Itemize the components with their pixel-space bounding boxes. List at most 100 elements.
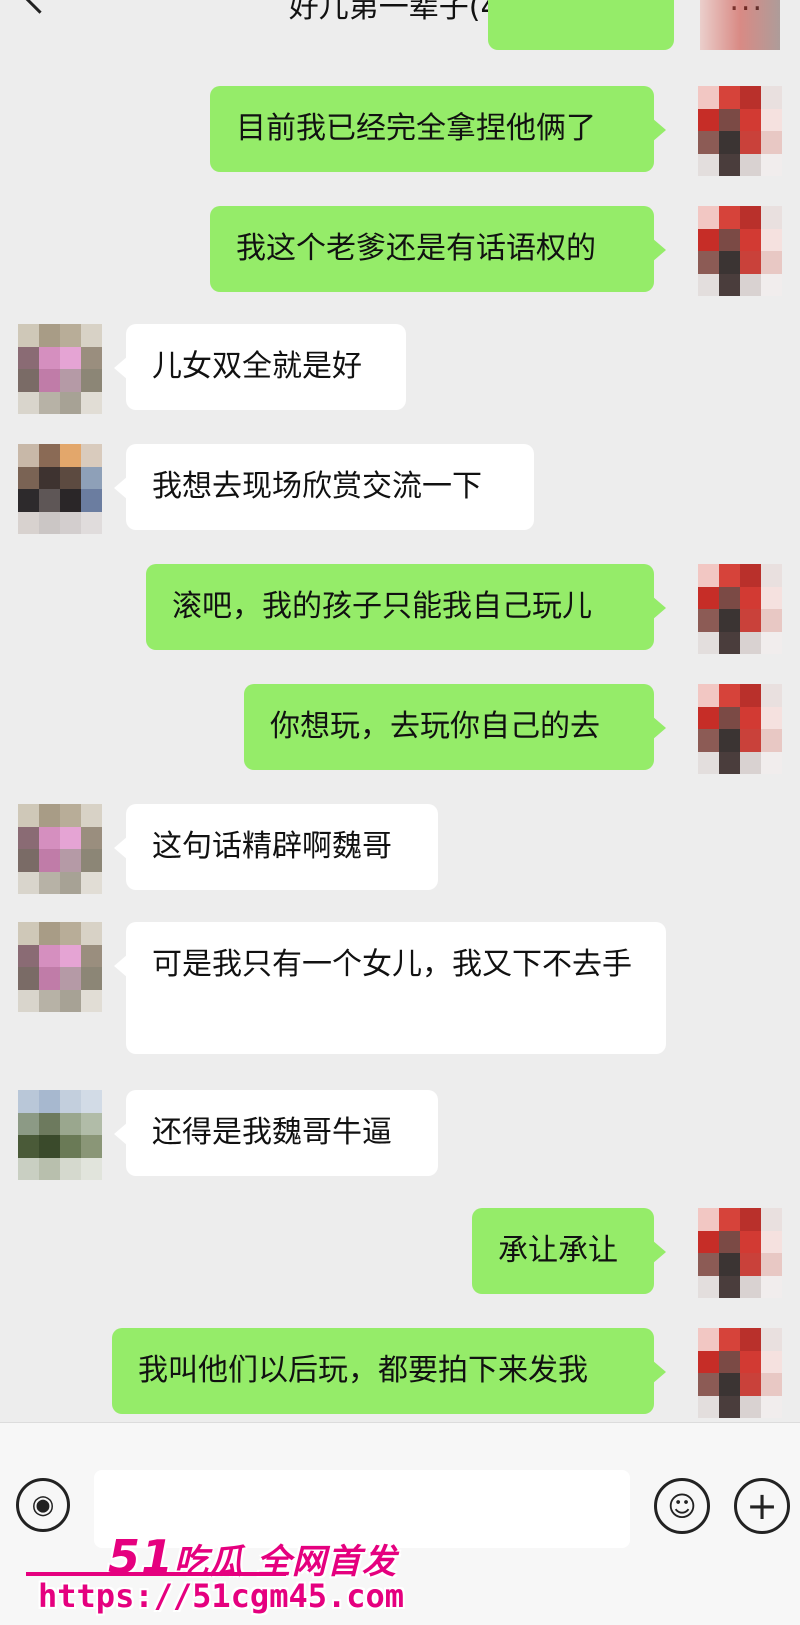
avatar-pixel <box>719 631 740 654</box>
avatar-pixel <box>698 1350 719 1373</box>
avatar-pixel <box>761 1350 782 1373</box>
avatar-pixel <box>18 944 39 967</box>
avatar-pixel <box>60 489 81 512</box>
avatar-pixel <box>81 444 102 467</box>
plus-icon[interactable]: + <box>734 1478 790 1534</box>
message-bubble[interactable]: 目前我已经完全拿捏他俩了 <box>210 86 666 172</box>
avatar-pixel <box>81 324 102 347</box>
avatar-pixel <box>740 251 761 274</box>
avatar-pixel <box>740 153 761 176</box>
avatar-pixel <box>60 804 81 827</box>
avatar[interactable] <box>18 804 102 894</box>
avatar-pixel <box>698 684 719 707</box>
avatar-pixel <box>81 1157 102 1180</box>
avatar-pixel <box>740 586 761 609</box>
avatar[interactable] <box>698 206 782 296</box>
avatar-pixel <box>18 369 39 392</box>
avatar-pixel <box>60 1112 81 1135</box>
avatar-pixel <box>39 989 60 1012</box>
avatar-pixel <box>719 1208 740 1231</box>
avatar-pixel <box>740 1253 761 1276</box>
avatar[interactable] <box>18 444 102 534</box>
avatar-pixel <box>81 826 102 849</box>
avatar[interactable] <box>18 922 102 1012</box>
avatar-pixel <box>740 86 761 109</box>
avatar-pixel <box>719 131 740 154</box>
avatar-pixel <box>60 466 81 489</box>
avatar-pixel <box>761 729 782 752</box>
avatar-pixel <box>698 273 719 296</box>
message-bubble[interactable]: 承让承让 <box>472 1208 666 1294</box>
message-bubble[interactable]: 儿女双全就是好 <box>114 324 406 410</box>
avatar-pixel <box>761 206 782 229</box>
voice-icon[interactable]: ◉ <box>16 1478 70 1532</box>
avatar-pixel <box>18 849 39 872</box>
watermark-url: https://51cgm45.com <box>38 1577 405 1615</box>
top-bar: 好儿第一辈子(4) ... <box>0 0 800 28</box>
avatar[interactable] <box>698 86 782 176</box>
avatar-pixel <box>698 586 719 609</box>
message-bubble[interactable]: 滚吧，我的孩子只能我自己玩儿 <box>146 564 666 650</box>
avatar-pixel <box>719 729 740 752</box>
avatar-pixel <box>761 751 782 774</box>
avatar-pixel <box>18 466 39 489</box>
avatar-pixel <box>81 1090 102 1113</box>
avatar-pixel <box>18 1112 39 1135</box>
avatar-pixel <box>18 804 39 827</box>
avatar-pixel <box>740 108 761 131</box>
avatar-pixel <box>60 967 81 990</box>
avatar-pixel <box>698 1328 719 1351</box>
avatar-pixel <box>60 324 81 347</box>
avatar-pixel <box>39 967 60 990</box>
avatar-pixel <box>698 108 719 131</box>
avatar-pixel <box>761 1275 782 1298</box>
avatar-pixel <box>761 564 782 587</box>
avatar-pixel <box>698 206 719 229</box>
avatar[interactable] <box>18 1090 102 1180</box>
avatar-pixel <box>60 849 81 872</box>
avatar-pixel <box>761 228 782 251</box>
avatar-pixel <box>39 1157 60 1180</box>
avatar-pixel <box>18 444 39 467</box>
message-bubble[interactable]: 还得是我魏哥牛逼 <box>114 1090 438 1176</box>
message-bubble[interactable]: 我叫他们以后玩，都要拍下来发我 <box>112 1328 666 1414</box>
avatar-pixel <box>740 1395 761 1418</box>
avatar-pixel <box>60 922 81 945</box>
emoji-icon[interactable]: ☺ <box>654 1478 710 1534</box>
avatar-pixel <box>81 967 102 990</box>
avatar-pixel <box>719 251 740 274</box>
avatar-pixel <box>761 1208 782 1231</box>
avatar-pixel <box>740 609 761 632</box>
avatar-pixel <box>740 1328 761 1351</box>
avatar[interactable] <box>698 1208 782 1298</box>
avatar-pixel <box>81 346 102 369</box>
avatar[interactable] <box>698 684 782 774</box>
avatar-pixel <box>698 1395 719 1418</box>
message-bubble[interactable]: 我想去现场欣赏交流一下 <box>114 444 534 530</box>
avatar-pixel <box>719 609 740 632</box>
avatar-pixel <box>18 1157 39 1180</box>
avatar-pixel <box>761 108 782 131</box>
message-bubble[interactable]: 可是我只有一个女儿，我又下不去手 <box>114 922 666 1054</box>
avatar-pixel <box>719 1275 740 1298</box>
avatar-pixel <box>39 1135 60 1158</box>
avatar-pixel <box>60 391 81 414</box>
avatar-pixel <box>81 944 102 967</box>
avatar-pixel <box>60 944 81 967</box>
avatar-pixel <box>761 684 782 707</box>
avatar[interactable] <box>698 1328 782 1418</box>
avatar-pixel <box>39 1112 60 1135</box>
avatar-pixel <box>740 1275 761 1298</box>
avatar-pixel <box>719 206 740 229</box>
message-bubble[interactable]: 你想玩，去玩你自己的去 <box>244 684 666 770</box>
avatar[interactable] <box>18 324 102 414</box>
avatar-pixel <box>719 228 740 251</box>
avatar-pixel <box>81 1112 102 1135</box>
avatar-pixel <box>740 729 761 752</box>
avatar-pixel <box>39 511 60 534</box>
avatar-pixel <box>740 131 761 154</box>
avatar[interactable] <box>698 564 782 654</box>
message-bubble[interactable]: 这句话精辟啊魏哥 <box>114 804 438 890</box>
avatar-pixel <box>698 609 719 632</box>
message-bubble[interactable]: 我这个老爹还是有话语权的 <box>210 206 666 292</box>
